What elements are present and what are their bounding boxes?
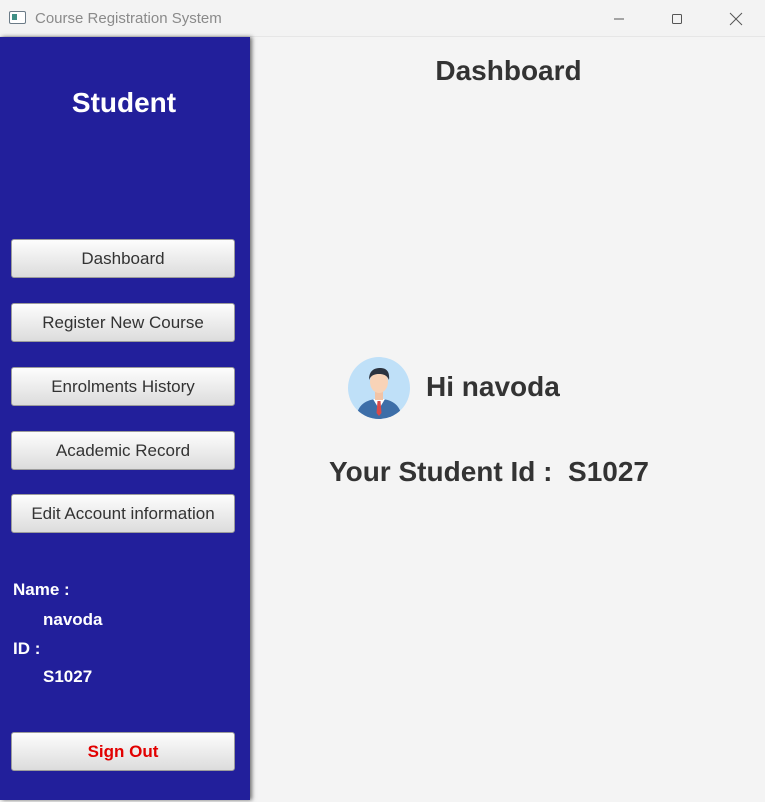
title-bar: Course Registration System xyxy=(0,0,765,37)
maximize-button[interactable] xyxy=(648,0,706,37)
id-label: ID : xyxy=(13,639,41,658)
name-label: Name : xyxy=(13,580,70,599)
close-icon xyxy=(729,12,743,25)
sidebar: Student Dashboard Register New Course En… xyxy=(0,37,250,800)
student-id-line: Your Student Id : S1027 xyxy=(329,456,649,488)
user-avatar-icon xyxy=(348,357,410,419)
greeting: Hi navoda xyxy=(426,371,560,403)
dashboard-button[interactable]: Dashboard xyxy=(11,239,235,278)
minimize-icon xyxy=(614,18,624,19)
maximize-icon xyxy=(672,13,682,24)
student-id-label: Your Student Id : xyxy=(329,456,553,487)
close-button[interactable] xyxy=(707,0,765,37)
window-title: Course Registration System xyxy=(35,10,222,27)
register-new-course-button[interactable]: Register New Course xyxy=(11,303,235,342)
name-value: navoda xyxy=(43,610,103,629)
edit-account-information-button[interactable]: Edit Account information xyxy=(11,494,235,533)
academic-record-button[interactable]: Academic Record xyxy=(11,431,235,470)
page-title: Dashboard xyxy=(435,55,582,86)
sign-out-button[interactable]: Sign Out xyxy=(11,732,235,771)
minimize-button[interactable] xyxy=(590,0,648,37)
sidebar-title: Student xyxy=(71,87,177,118)
id-value: S1027 xyxy=(43,667,93,686)
student-id-value: S1027 xyxy=(568,456,649,487)
greeting-prefix: Hi xyxy=(426,371,454,402)
app-window-icon xyxy=(9,11,26,24)
greeting-name: navoda xyxy=(461,371,560,402)
enrolments-history-button[interactable]: Enrolments History xyxy=(11,367,235,406)
